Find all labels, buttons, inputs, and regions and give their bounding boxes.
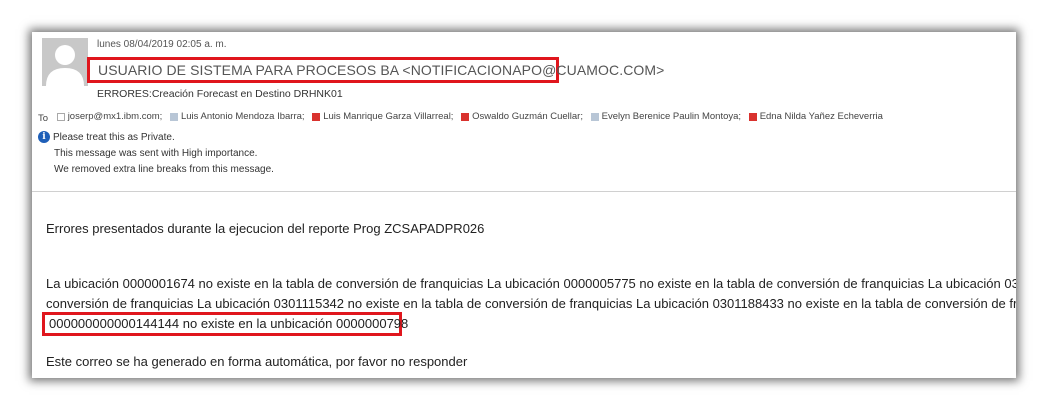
- recipient-name: joserp@mx1.ibm.com;: [67, 111, 163, 122]
- info-icon: i: [38, 131, 50, 143]
- presence-icon: [169, 112, 178, 121]
- recipient-name: Edna Nilda Yañez Echeverria: [759, 111, 883, 122]
- recipients-row: To joserp@mx1.ibm.com; Luis Antonio Mend…: [38, 111, 1013, 125]
- recipient-name: Evelyn Berenice Paulin Montoya;: [601, 111, 742, 122]
- body-line-footer: Este correo se ha generado en forma auto…: [46, 354, 468, 369]
- avatar: [42, 38, 88, 86]
- info-importance: This message was sent with High importan…: [54, 148, 258, 159]
- email-header: lunes 08/04/2019 02:05 a. m. USUARIO DE …: [32, 32, 1016, 192]
- header-divider: [32, 191, 1016, 192]
- body-line-locations-2: conversión de franquicias La ubicación 0…: [46, 296, 1016, 311]
- recipient[interactable]: Evelyn Berenice Paulin Montoya;: [590, 111, 742, 122]
- presence-icon: [461, 112, 470, 121]
- recipient[interactable]: joserp@mx1.ibm.com;: [56, 111, 163, 122]
- body-line-errors: Errores presentados durante la ejecucion…: [46, 221, 485, 236]
- presence-icon: [748, 112, 757, 121]
- recipient[interactable]: Oswaldo Guzmán Cuellar;: [461, 111, 583, 122]
- email-subject: ERRORES:Creación Forecast en Destino DRH…: [97, 88, 343, 100]
- info-private: i Please treat this as Private.: [38, 131, 175, 143]
- presence-icon: [56, 112, 65, 121]
- sent-date: lunes 08/04/2019 02:05 a. m.: [97, 39, 227, 50]
- sender-address[interactable]: USUARIO DE SISTEMA PARA PROCESOS BA <NOT…: [87, 57, 664, 83]
- info-text: Please treat this as Private.: [53, 131, 175, 143]
- body-line-locations-1: La ubicación 0000001674 no existe en la …: [46, 276, 1016, 291]
- recipient-name: Luis Antonio Mendoza Ibarra;: [180, 111, 305, 122]
- recipient-name: Oswaldo Guzmán Cuellar;: [472, 111, 583, 122]
- recipient[interactable]: Luis Antonio Mendoza Ibarra;: [169, 111, 305, 122]
- body-line-material: 000000000000144144 no existe en la unbic…: [42, 312, 408, 336]
- recipient[interactable]: Edna Nilda Yañez Echeverria: [748, 111, 883, 122]
- to-label: To: [38, 112, 49, 124]
- recipient-name: Luis Manrique Garza Villarreal;: [323, 111, 454, 122]
- recipient[interactable]: Luis Manrique Garza Villarreal;: [312, 111, 453, 122]
- email-window: lunes 08/04/2019 02:05 a. m. USUARIO DE …: [32, 32, 1016, 378]
- presence-icon: [590, 112, 599, 121]
- presence-icon: [312, 112, 321, 121]
- person-icon: [42, 38, 88, 86]
- info-linebreaks: We removed extra line breaks from this m…: [54, 164, 274, 175]
